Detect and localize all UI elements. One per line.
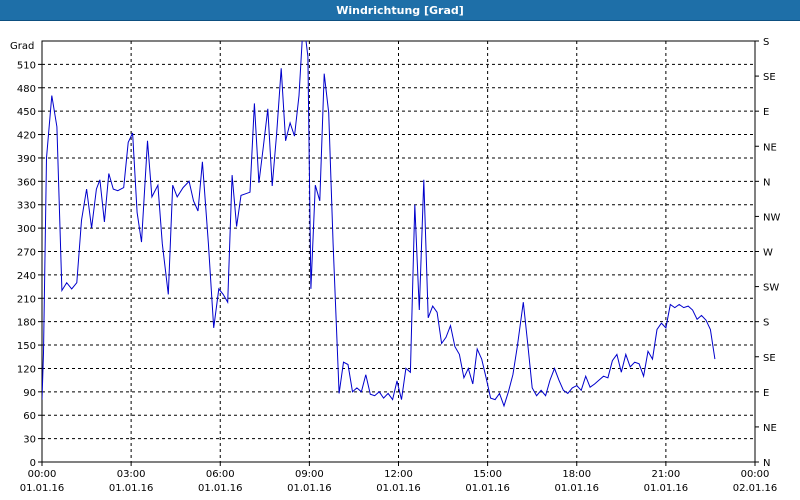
y-tick-label: 30 (23, 435, 36, 446)
title-bar: Windrichtung [Grad] (0, 0, 800, 21)
y2-tick-label: E (763, 107, 769, 118)
y-tick-label: 510 (17, 60, 36, 71)
y-tick-label: 60 (23, 411, 36, 422)
y2-tick-label: NE (763, 423, 777, 434)
y2-tick-label: NW (763, 212, 780, 223)
y-tick-label: 270 (17, 248, 36, 259)
y-tick-label: 120 (17, 364, 36, 375)
y-tick-label: 240 (17, 271, 36, 282)
x-tick-time-label: 21:00 (651, 469, 680, 480)
y2-tick-label: NE (763, 142, 777, 153)
x-tick-time-label: 00:00 (28, 469, 57, 480)
y-tick-label: 480 (17, 84, 36, 95)
y-tick-label: 90 (23, 388, 36, 399)
y-tick-label: 450 (17, 107, 36, 118)
y2-tick-label: N (763, 458, 770, 469)
x-tick-date-label: 01.01.16 (198, 483, 243, 494)
y-tick-label: 180 (17, 318, 36, 329)
y2-tick-label: SE (763, 72, 776, 83)
x-tick-time-label: 06:00 (206, 469, 235, 480)
series-line (42, 41, 716, 408)
x-tick-date-label: 01.01.16 (109, 483, 154, 494)
x-tick-date-label: 01.01.16 (554, 483, 599, 494)
x-tick-date-label: 01.01.16 (287, 483, 332, 494)
y-tick-label: 420 (17, 131, 36, 142)
y2-tick-label: N (763, 177, 770, 188)
y-axis-label: Grad (10, 41, 34, 52)
x-tick-time-label: 18:00 (562, 469, 591, 480)
x-tick-time-label: 03:00 (117, 469, 146, 480)
y2-tick-label: S (763, 37, 769, 48)
x-tick-time-label: 00:00 (741, 469, 770, 480)
y2-tick-label: E (763, 388, 769, 399)
y-tick-label: 0 (30, 458, 36, 469)
y2-tick-label: W (763, 248, 773, 259)
x-tick-date-label: 01.01.16 (644, 483, 689, 494)
x-tick-time-label: 09:00 (295, 469, 324, 480)
chart-title: Windrichtung [Grad] (336, 4, 464, 17)
y-tick-label: 210 (17, 294, 36, 305)
x-tick-date-label: 01.01.16 (465, 483, 510, 494)
y-tick-label: 330 (17, 201, 36, 212)
y2-tick-label: SE (763, 353, 776, 364)
x-tick-time-label: 12:00 (384, 469, 413, 480)
y2-tick-label: SW (763, 283, 779, 294)
y-tick-label: 360 (17, 177, 36, 188)
y-tick-label: 150 (17, 341, 36, 352)
x-tick-date-label: 02.01.16 (733, 483, 778, 494)
x-tick-date-label: 01.01.16 (376, 483, 421, 494)
x-tick-time-label: 15:00 (473, 469, 502, 480)
chart-window: Windrichtung [Grad] 0 30 60 90 120 150 180 210 2… (0, 0, 800, 500)
y2-tick-label: S (763, 318, 769, 329)
wind-direction-chart: 0 30 60 90 120 150 180 210 240 270 300 330 360 390 420… (10, 37, 780, 494)
y-tick-label: 390 (17, 154, 36, 165)
x-tick-date-label: 01.01.16 (20, 483, 65, 494)
y-tick-label: 300 (17, 224, 36, 235)
